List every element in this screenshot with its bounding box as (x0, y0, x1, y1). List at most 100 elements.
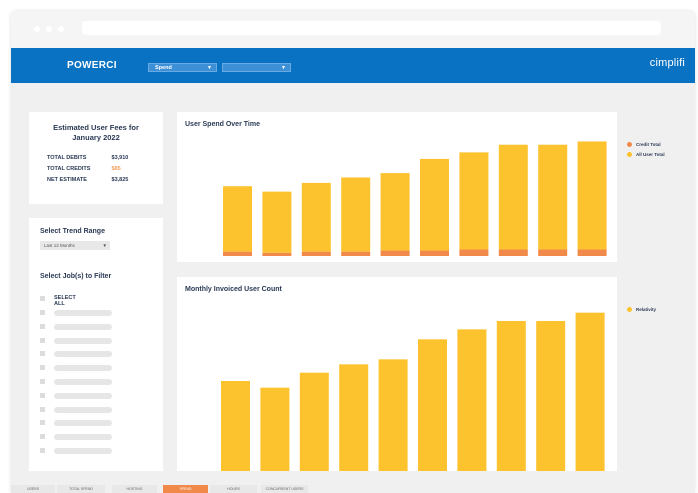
tab-hours[interactable]: HOURS (210, 485, 257, 493)
brand-logo: cimplifi (649, 57, 685, 69)
tab-hosting[interactable]: HOSTING (112, 485, 157, 493)
checkbox-icon[interactable] (40, 323, 45, 329)
bar-relativity (418, 339, 447, 471)
tab-users[interactable]: USERS (11, 485, 55, 493)
fees-title: Estimated User Fees for January 2022 (29, 123, 163, 143)
job-name-placeholder (54, 420, 112, 427)
checkbox-icon[interactable] (40, 337, 45, 343)
bar-credit-total (538, 249, 568, 256)
fee-label: TOTAL DEBITS (47, 155, 87, 161)
bar-relativity (378, 359, 408, 471)
fee-label: TOTAL CREDITS (47, 166, 91, 172)
bar-credit-total (498, 249, 528, 256)
bar-all-user-total (459, 152, 489, 250)
bar-credit-total (301, 251, 331, 256)
checkbox-icon[interactable] (40, 379, 45, 384)
bar-relativity (260, 387, 290, 471)
tab-total-spend[interactable]: TOTAL SPEND (57, 485, 105, 493)
bar-credit-total (459, 249, 489, 256)
fees-card: Estimated User Fees for January 2022 TOT… (29, 112, 163, 204)
bar-credit-total (380, 250, 410, 256)
bar-credit-total (223, 251, 252, 256)
bar-all-user-total (498, 144, 528, 250)
job-name-placeholder (54, 434, 112, 441)
secondary-dropdown[interactable]: ▼ (222, 63, 291, 72)
bar-all-user-total (538, 144, 568, 250)
bar-all-user-total (262, 191, 292, 253)
job-name-placeholder (54, 365, 112, 372)
app-title: POWERCI (67, 60, 117, 71)
invoiced-user-count-chart-card: Monthly Invoiced User Count (177, 277, 617, 471)
trend-range-title: Select Trend Range (40, 228, 105, 235)
fees-title-line1: Estimated User Fees for (53, 123, 139, 132)
chevron-down-icon: ▼ (207, 65, 212, 71)
bar-relativity (221, 381, 250, 471)
legend-swatch-icon (627, 307, 632, 312)
checkbox-icon[interactable] (40, 351, 45, 357)
checkbox-icon[interactable] (40, 420, 45, 426)
bar-all-user-total (341, 177, 371, 252)
legend-swatch-icon (627, 152, 632, 157)
job-name-placeholder (54, 379, 112, 385)
legend-all-user-total: All User Total (627, 152, 665, 157)
bar-relativity (299, 372, 329, 471)
checkbox-icon[interactable] (40, 434, 45, 440)
job-name-placeholder (54, 351, 112, 358)
fee-row-credits: TOTAL CREDITS $85 (47, 166, 121, 172)
bar-relativity (536, 321, 566, 471)
fee-value: $85 (111, 166, 121, 172)
window-dot-icon (46, 26, 52, 32)
app-window: POWERCI Spend ▼ ▼ cimplifi Estimated Use… (11, 11, 695, 493)
checkbox-icon[interactable] (40, 406, 45, 412)
chevron-down-icon: ▼ (281, 65, 286, 71)
window-dot-icon (58, 26, 64, 32)
bar-relativity (457, 329, 487, 471)
bar-all-user-total (223, 186, 252, 252)
bar-credit-total (262, 252, 292, 256)
user-spend-chart-card: User Spend Over Time (177, 112, 617, 262)
app-header: POWERCI Spend ▼ ▼ cimplifi (11, 48, 695, 83)
job-name-placeholder (54, 310, 112, 316)
url-bar[interactable] (82, 21, 661, 35)
bar-relativity (575, 312, 605, 471)
checkbox-icon[interactable] (40, 448, 45, 453)
window-dot-icon (34, 26, 40, 32)
legend-label: Relativity (636, 307, 657, 312)
tab-spend[interactable]: SPEND (163, 485, 208, 493)
fee-row-net: NET ESTIMATE $3,825 (47, 177, 128, 183)
fee-label: NET ESTIMATE (47, 177, 87, 183)
job-name-placeholder (54, 392, 112, 399)
invoiced-user-count-chart (221, 312, 605, 471)
browser-toolbar (11, 11, 695, 48)
job-name-placeholder (54, 406, 112, 413)
bar-credit-total (341, 251, 371, 256)
legend-swatch-icon (627, 142, 632, 147)
bar-credit-total (420, 250, 449, 256)
metric-dropdown[interactable]: Spend ▼ (148, 63, 217, 72)
checkbox-icon[interactable] (40, 392, 45, 398)
fee-row-debits: TOTAL DEBITS $3,910 (47, 155, 128, 161)
fee-value: $3,825 (111, 177, 129, 183)
job-name-placeholder (54, 448, 112, 454)
checkbox-icon[interactable] (40, 296, 45, 301)
bar-credit-total (577, 249, 607, 256)
bar-all-user-total (420, 158, 449, 251)
user-spend-chart (223, 141, 607, 256)
checkbox-icon[interactable] (40, 310, 45, 315)
select-all-label: SELECT ALL (54, 295, 76, 307)
bar-all-user-total (380, 173, 410, 251)
job-name-placeholder (54, 337, 112, 344)
legend-relativity: Relativity (627, 307, 656, 312)
bar-relativity (496, 321, 526, 471)
filters-card: Select Trend Range Last 12 Months ▼ Sele… (29, 218, 163, 471)
legend-credit-total: Credit Total (627, 142, 661, 147)
metric-dropdown-label: Spend (155, 65, 172, 71)
checkbox-icon[interactable] (40, 365, 45, 371)
legend-label: Credit Total (636, 142, 661, 147)
jobs-filter-title: Select Job(s) to Filter (40, 273, 112, 280)
tab-concurrent-users[interactable]: CONCURRENT USERS (261, 485, 308, 493)
bar-all-user-total (577, 141, 607, 250)
job-name-placeholder (54, 323, 112, 330)
trend-range-select[interactable]: Last 12 Months ▼ (40, 241, 110, 250)
bar-all-user-total (301, 182, 331, 252)
